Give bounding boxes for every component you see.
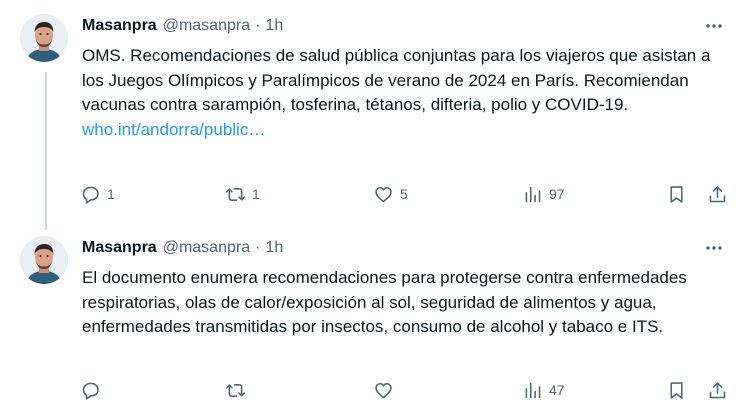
like-button[interactable]: 5 [373,179,408,209]
avatar[interactable] [20,236,68,284]
tweet-body: OMS. Recomendaciones de salud pública co… [82,44,722,142]
timestamp[interactable]: 1h [265,239,283,257]
separator-dot: · [255,17,261,34]
author-display-name[interactable]: Masanpra [82,17,157,35]
tweet-header: Masanpra @masanpra · 1h [82,236,283,260]
author-handle[interactable]: @masanpra [163,239,250,257]
like-count: 5 [400,186,408,202]
tweet-header: Masanpra @masanpra · 1h [82,14,283,38]
more-horizontal-icon [706,246,722,250]
tweet-text: OMS. Recomendaciones de salud pública co… [82,46,711,114]
views-button[interactable]: 47 [522,375,565,405]
tweet-link[interactable]: who.int/andorra/public… [82,118,722,143]
repost-button[interactable]: 1 [225,179,260,209]
reply-count: 1 [107,186,115,202]
tweet-actions: 1 1 5 97 [0,179,742,209]
views-count: 47 [549,382,565,398]
repost-count: 1 [252,186,260,202]
tweet[interactable]: Masanpra @masanpra · 1h El documento enu… [0,222,742,420]
share-button[interactable] [707,179,728,209]
like-button[interactable] [373,375,400,405]
tweet-text: El documento enumera recomendaciones par… [82,268,687,336]
avatar[interactable] [20,14,68,62]
author-handle[interactable]: @masanpra [163,17,250,35]
author-display-name[interactable]: Masanpra [82,239,157,257]
separator-dot: · [255,239,261,256]
reply-icon [82,382,99,400]
more-options-button[interactable] [700,14,728,38]
views-button[interactable]: 97 [522,179,565,209]
repost-icon [225,187,246,201]
tweet-body: El documento enumera recomendaciones par… [82,266,722,340]
heart-icon [375,382,392,398]
share-button[interactable] [707,375,728,405]
share-icon [709,185,726,202]
more-options-button[interactable] [700,236,728,260]
tweet-actions: 47 [0,375,742,405]
bookmark-button[interactable] [666,375,687,405]
share-icon [709,381,726,398]
repost-icon [225,383,246,397]
repost-button[interactable] [225,375,252,405]
views-bar-chart-icon [525,382,541,398]
heart-icon [375,186,392,202]
more-horizontal-icon [706,24,722,28]
reply-button[interactable] [80,375,107,405]
bookmark-button[interactable] [666,179,687,209]
reply-button[interactable]: 1 [80,179,115,209]
views-bar-chart-icon [525,186,541,202]
views-count: 97 [549,186,565,202]
bookmark-icon [670,381,683,399]
bookmark-icon [670,185,683,203]
reply-icon [82,186,99,204]
tweet[interactable]: Masanpra @masanpra · 1h OMS. Recomendaci… [0,0,742,230]
timestamp[interactable]: 1h [265,17,283,35]
